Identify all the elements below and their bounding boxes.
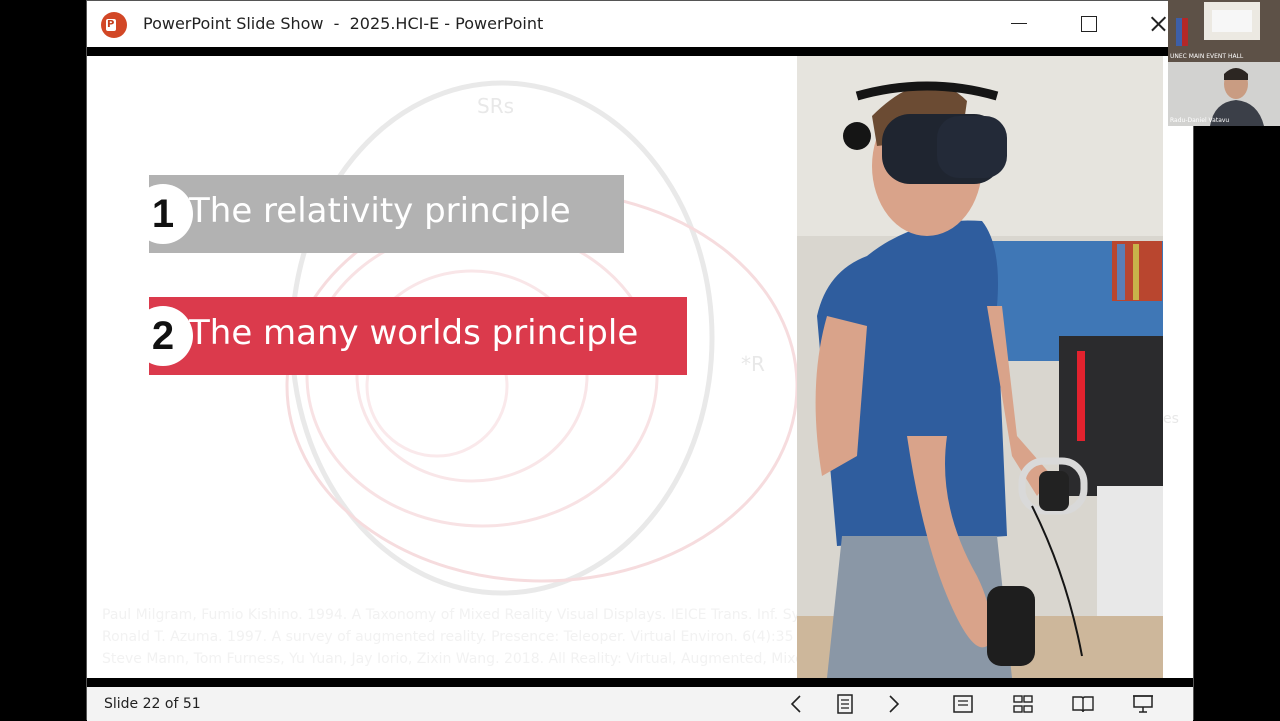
slide-sorter-icon[interactable] [1011, 692, 1035, 716]
vr-user-illustration [797, 56, 1163, 678]
references: Paul Milgram, Fumio Kishino. 1994. A Tax… [102, 604, 804, 670]
principle-2-banner: 2 The many worlds principle [133, 297, 687, 375]
previous-icon[interactable] [785, 692, 809, 716]
principle-1-banner: 1 The relativity principle [133, 175, 624, 253]
reference-2: Ronald T. Azuma. 1997. A survey of augme… [102, 629, 794, 645]
webcam-participant-feed: Radu-Daniel Vatavu [1168, 62, 1280, 126]
principle-2-text: The many worlds principle [189, 313, 639, 353]
room-label: UNEC MAIN EVENT HALL [1170, 53, 1244, 60]
letterbox-top [87, 47, 1193, 56]
reference-3: Steve Mann, Tom Furness, Yu Yuan, Jay Io… [102, 651, 804, 667]
label-srs: SRs [477, 94, 515, 118]
minimize-button[interactable] [1004, 9, 1034, 39]
slide-show-icon[interactable] [1131, 692, 1155, 716]
slide-canvas[interactable]: SRs *R es 1 The relativity principle 2 T… [87, 56, 1193, 678]
principle-1-text: The relativity principle [189, 191, 571, 231]
slideshow-status-bar: Slide 22 of 51 [87, 687, 1193, 721]
next-icon[interactable] [881, 692, 905, 716]
label-es: es [1163, 411, 1179, 427]
participant-name: Radu-Daniel Vatavu [1170, 117, 1230, 124]
vr-user-photo [797, 56, 1163, 678]
reference-1: Paul Milgram, Fumio Kishino. 1994. A Tax… [102, 607, 800, 623]
webcam-room-feed: UNEC MAIN EVENT HALL [1168, 0, 1280, 62]
powerpoint-window: P PowerPoint Slide Show - 2025.HCI-E - P… [86, 0, 1194, 721]
normal-view-icon[interactable] [951, 692, 975, 716]
letterbox-bottom [87, 678, 1193, 687]
powerpoint-logo-icon: P [101, 12, 127, 38]
reading-view-icon[interactable] [1071, 692, 1095, 716]
principle-1-number: 1 [133, 184, 193, 244]
maximize-button[interactable] [1073, 9, 1103, 39]
title-bar[interactable]: P PowerPoint Slide Show - 2025.HCI-E - P… [87, 1, 1193, 47]
window-title: PowerPoint Slide Show - 2025.HCI-E - Pow… [143, 14, 544, 33]
label-r: *R [741, 352, 765, 376]
slide-list-icon[interactable] [833, 692, 857, 716]
principle-2-number: 2 [133, 306, 193, 366]
slide-counter: Slide 22 of 51 [104, 696, 201, 712]
